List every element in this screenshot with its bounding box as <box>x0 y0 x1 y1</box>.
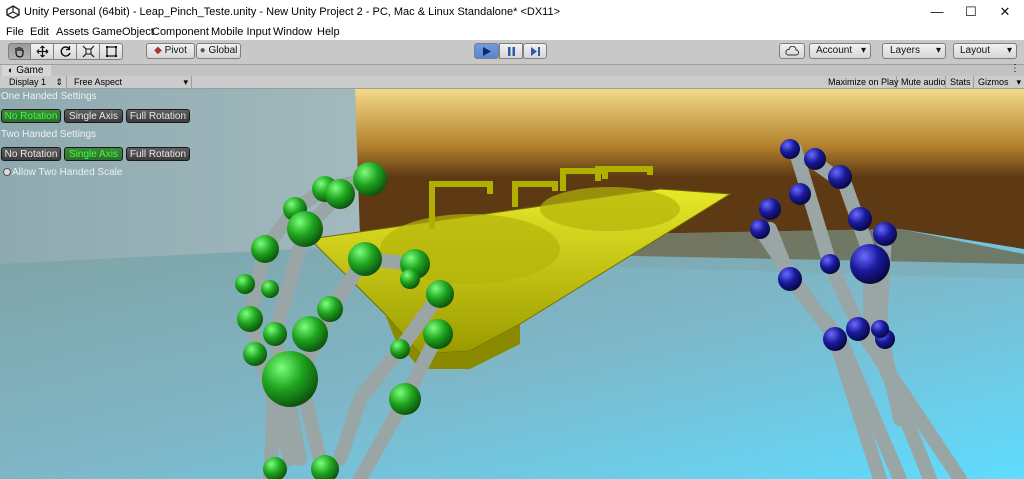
rotate-tool-button[interactable] <box>54 43 77 60</box>
cloud-icon <box>785 45 799 56</box>
close-button[interactable]: ✕ <box>988 0 1022 24</box>
pivot-toggle[interactable]: ◆ Pivot <box>146 43 195 59</box>
step-button[interactable] <box>523 43 547 59</box>
cloud-button[interactable] <box>779 43 805 59</box>
pause-button[interactable] <box>499 43 523 59</box>
unity-logo-icon <box>6 5 20 19</box>
gizmos-label: Gizmos <box>978 77 1009 87</box>
menu-file[interactable]: File <box>6 26 24 38</box>
move-tool-button[interactable] <box>31 43 54 60</box>
toolbar: ◆ Pivot ● Global Account ▾ Layers ▾ Layo… <box>0 40 1024 65</box>
chevron-down-icon: ▾ <box>935 45 941 56</box>
one-handed-single-axis-button[interactable]: Single Axis <box>64 109 123 123</box>
pivot-icon: ◆ <box>154 45 162 56</box>
two-handed-settings-heading: Two Handed Settings <box>1 129 97 140</box>
menu-window[interactable]: Window <box>273 26 312 38</box>
play-button[interactable] <box>474 43 499 59</box>
chevron-down-icon: ▾ <box>1016 77 1021 87</box>
chevron-down-icon: ▾ <box>1006 45 1012 56</box>
maximize-on-play-toggle[interactable]: Maximize on Play <box>824 76 899 88</box>
menu-gameobject[interactable]: GameObject <box>92 26 154 38</box>
one-handed-full-rotation-button[interactable]: Full Rotation <box>126 109 190 123</box>
stats-toggle[interactable]: Stats <box>946 76 974 88</box>
allow-two-handed-scale-toggle[interactable] <box>3 168 11 176</box>
layout-dropdown[interactable]: Layout ▾ <box>953 43 1017 59</box>
game-view-controls: Display 1 ⇕ Free Aspect ▾ Maximize on Pl… <box>0 76 1024 89</box>
rect-tool-button[interactable] <box>100 43 123 60</box>
menu-component[interactable]: Component <box>152 26 209 38</box>
hand-tool-button[interactable] <box>8 43 31 60</box>
one-handed-no-rotation-button[interactable]: No Rotation <box>1 109 61 123</box>
layers-label: Layers <box>890 45 921 56</box>
allow-two-handed-scale-label: Allow Two Handed Scale <box>12 167 123 178</box>
game-panel-header: ◐ Game ⋮ <box>0 63 1024 76</box>
aspect-label: Free Aspect <box>74 77 123 87</box>
menu-bar: File Edit Assets GameObject Component Mo… <box>0 24 1024 40</box>
menu-edit[interactable]: Edit <box>30 26 49 38</box>
display-dropdown[interactable]: Display 1 ⇕ <box>5 76 67 88</box>
scale-tool-button[interactable] <box>77 43 100 60</box>
globe-icon: ● <box>199 45 206 56</box>
chevron-down-icon: ▾ <box>860 45 866 56</box>
tab-game-label: Game <box>16 65 44 76</box>
mute-audio-toggle[interactable]: Mute audio <box>897 76 946 88</box>
transform-tools <box>8 43 123 60</box>
rect-tool-icon <box>105 46 117 57</box>
two-handed-no-rotation-button[interactable]: No Rotation <box>1 147 61 161</box>
gizmos-dropdown[interactable]: Gizmos ▾ <box>974 76 1024 88</box>
one-handed-settings-heading: One Handed Settings <box>1 91 97 102</box>
play-icon <box>483 47 491 56</box>
layers-dropdown[interactable]: Layers ▾ <box>882 43 946 59</box>
scale-icon <box>82 45 94 58</box>
menu-help[interactable]: Help <box>317 26 340 38</box>
global-label: Global <box>208 45 238 56</box>
two-handed-full-rotation-button[interactable]: Full Rotation <box>126 147 190 161</box>
minimize-button[interactable]: — <box>920 0 954 24</box>
window-title: Unity Personal (64bit) - Leap_Pinch_Test… <box>24 6 561 18</box>
step-icon <box>530 47 540 56</box>
menu-mobile-input[interactable]: Mobile Input <box>211 26 271 38</box>
move-arrows-icon <box>36 45 48 58</box>
two-handed-single-axis-button[interactable]: Single Axis <box>64 147 123 161</box>
panel-menu-icon[interactable]: ⋮ <box>1010 63 1020 74</box>
title-bar: Unity Personal (64bit) - Leap_Pinch_Test… <box>0 0 1024 25</box>
game-controller-icon: ◐ <box>8 65 14 75</box>
display-label: Display 1 <box>9 77 47 87</box>
menu-assets[interactable]: Assets <box>56 26 89 38</box>
global-toggle[interactable]: ● Global <box>196 43 241 59</box>
tab-game[interactable]: ◐ Game <box>2 65 52 76</box>
account-dropdown[interactable]: Account ▾ <box>809 43 871 59</box>
hand-icon <box>15 47 24 58</box>
chevron-down-icon: ▾ <box>183 77 188 87</box>
rotate-icon <box>60 46 71 57</box>
pause-icon <box>507 47 515 56</box>
account-label: Account <box>816 45 853 56</box>
maximize-button[interactable]: ☐ <box>954 0 988 24</box>
chevron-updown-icon: ⇕ <box>55 77 63 87</box>
layout-label: Layout <box>960 45 991 56</box>
game-viewport[interactable]: One Handed Settings No Rotation Single A… <box>0 89 1024 479</box>
aspect-dropdown[interactable]: Free Aspect ▾ <box>70 76 192 88</box>
pivot-label: Pivot <box>164 45 187 56</box>
